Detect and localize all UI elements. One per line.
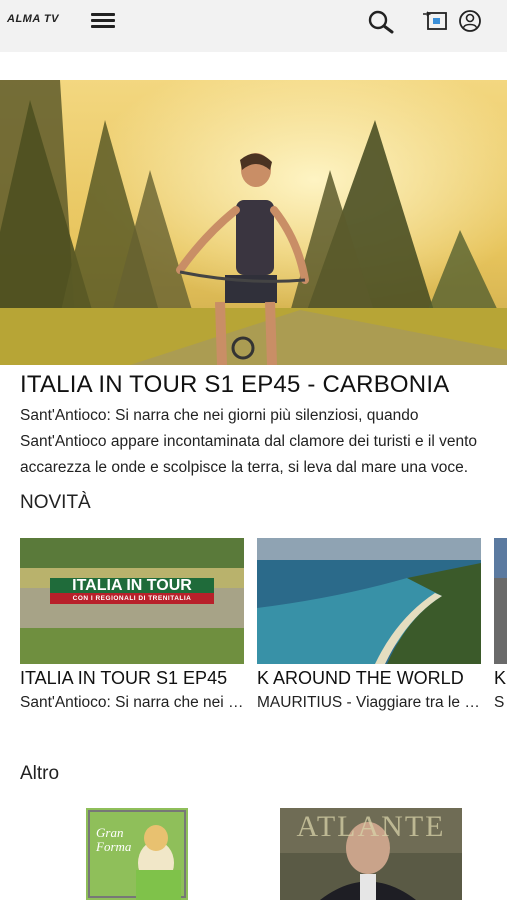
card-subtitle: MAURITIUS - Viaggiare tra le meraviglie — [257, 694, 481, 711]
novita-card[interactable]: ITALIA IN TOUR CON I REGIONALI DI TRENIT… — [20, 538, 244, 712]
hero-image[interactable] — [0, 80, 507, 365]
novita-card[interactable]: K S — [494, 538, 507, 712]
card-title: K AROUND THE WORLD — [257, 668, 464, 688]
altro-thumb-text: Gran Forma — [96, 825, 132, 854]
cast-icon[interactable] — [421, 9, 449, 33]
card-subtitle: Sant'Antioco: Si narra che nei giorni pi… — [20, 694, 244, 711]
card-thumbnail[interactable] — [257, 538, 481, 664]
novita-card[interactable]: K AROUND THE WORLD MAURITIUS - Viaggiare… — [257, 538, 481, 712]
altro-item[interactable]: ATLANTE — [280, 808, 462, 900]
search-icon[interactable] — [367, 10, 395, 34]
top-app-bar: ALMA TV — [0, 0, 507, 52]
card-title: K — [494, 668, 507, 688]
menu-icon[interactable] — [91, 13, 115, 29]
card-title: ITALIA IN TOUR S1 EP45 — [20, 668, 228, 688]
hero-title[interactable]: ITALIA IN TOUR S1 EP45 - CARBONIA — [20, 371, 490, 399]
thumb-banner-subtext: CON I REGIONALI DI TRENITALIA — [72, 595, 192, 602]
section-title-novita: NOVITÀ — [20, 492, 91, 513]
account-icon[interactable] — [458, 9, 482, 33]
section-title-altro: Altro — [20, 763, 60, 784]
altro-thumb-text: ATLANTE — [296, 810, 446, 843]
app-logo[interactable]: ALMA TV — [7, 13, 59, 25]
card-thumbnail[interactable]: ITALIA IN TOUR CON I REGIONALI DI TRENIT… — [20, 538, 244, 664]
thumb-banner-text: ITALIA IN TOUR — [72, 577, 192, 594]
hero-description: Sant'Antioco: Si narra che nei giorni pi… — [20, 407, 478, 476]
altro-item[interactable]: Gran Forma — [86, 808, 188, 900]
card-subtitle: S — [494, 694, 505, 711]
card-thumbnail[interactable] — [494, 538, 507, 664]
